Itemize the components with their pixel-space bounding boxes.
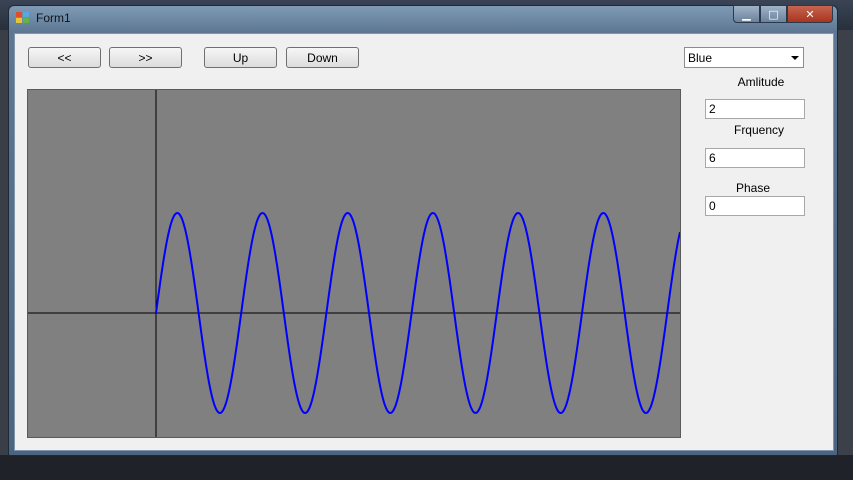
sine-plot — [28, 90, 680, 437]
color-select[interactable]: Blue — [684, 47, 804, 68]
frequency-input[interactable]: 6 — [705, 148, 805, 168]
main-window: Form1 ▁ □ ✕ << >> Up Down Blue Amlitude … — [8, 5, 838, 456]
minimize-button[interactable]: ▁ — [733, 5, 760, 23]
amplitude-input[interactable]: 2 — [705, 99, 805, 119]
window-title: Form1 — [36, 11, 71, 25]
chevron-down-icon — [791, 56, 799, 60]
background-ide-right — [838, 30, 853, 455]
maximize-icon: □ — [768, 7, 779, 21]
minimize-icon: ▁ — [742, 7, 751, 21]
plot-area — [27, 89, 681, 438]
form-client-area: << >> Up Down Blue Amlitude 2 Frquency 6… — [14, 33, 834, 451]
close-button[interactable]: ✕ — [787, 5, 833, 23]
color-select-value: Blue — [688, 51, 713, 65]
up-button[interactable]: Up — [204, 47, 277, 68]
frequency-label: Frquency — [733, 123, 785, 137]
phase-input[interactable]: 0 — [705, 196, 805, 216]
background-ide-bottom — [0, 455, 853, 480]
phase-label: Phase — [735, 181, 771, 195]
shift-left-button[interactable]: << — [28, 47, 101, 68]
amplitude-label: Amlitude — [737, 75, 785, 89]
shift-right-button[interactable]: >> — [109, 47, 182, 68]
down-button[interactable]: Down — [286, 47, 359, 68]
close-icon: ✕ — [805, 7, 815, 21]
maximize-button[interactable]: □ — [760, 5, 787, 23]
app-icon — [16, 12, 30, 24]
